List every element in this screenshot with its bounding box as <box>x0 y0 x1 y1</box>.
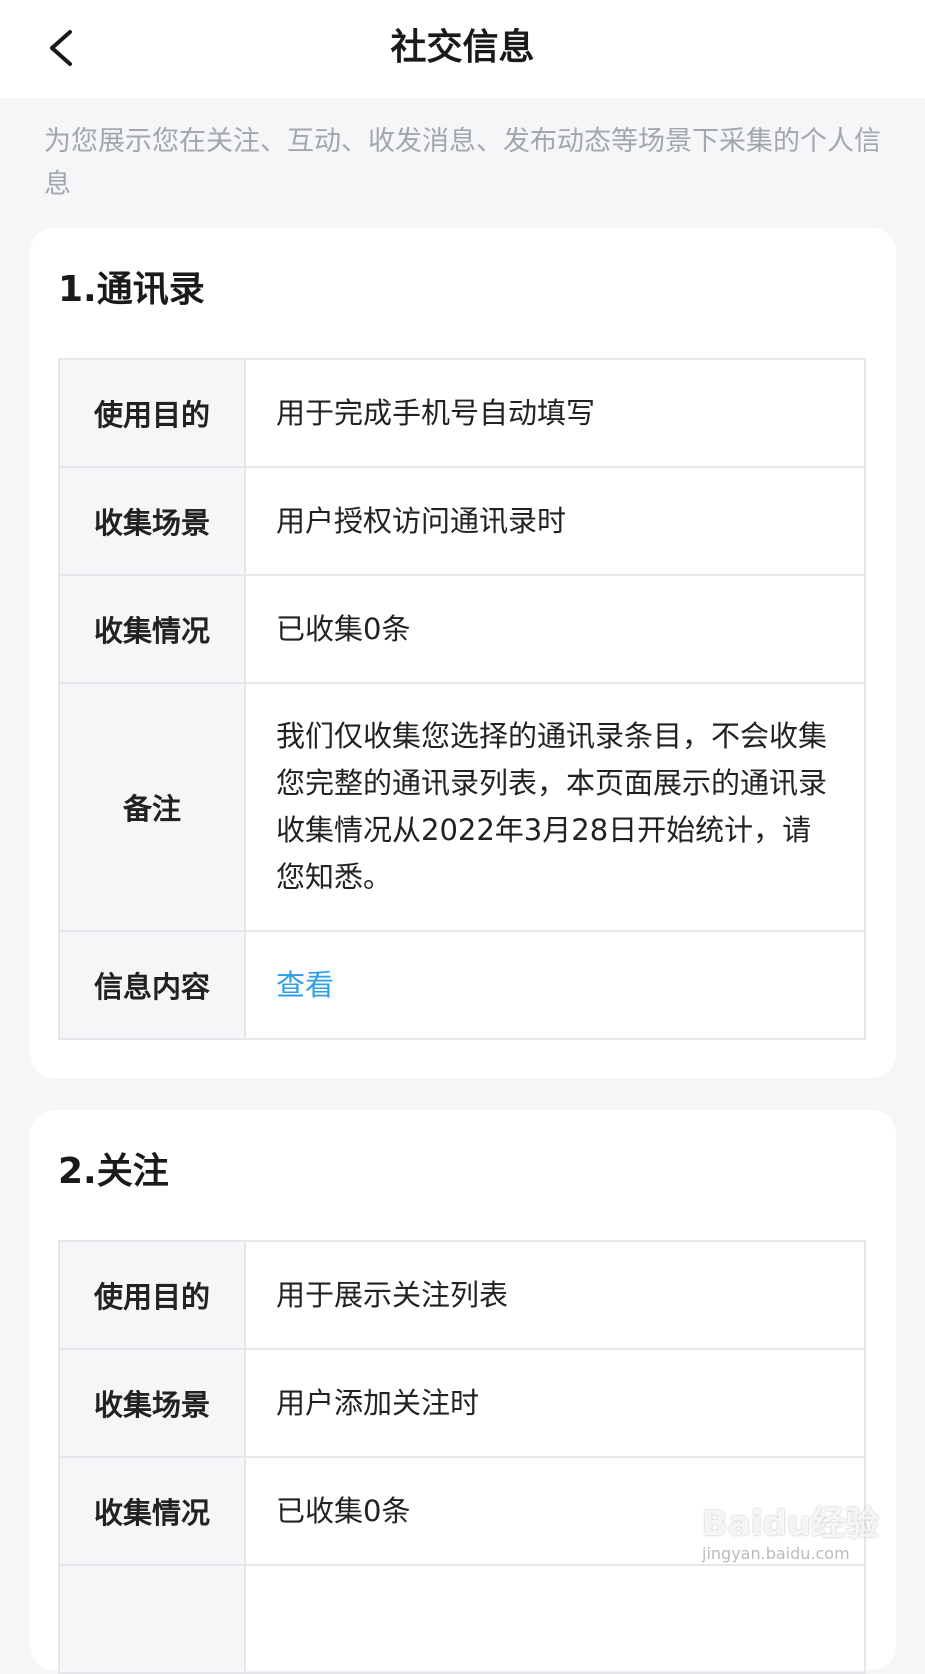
row-value: 用户授权访问通讯录时 <box>276 503 567 538</box>
table-row: 收集情况 已收集0条 <box>60 576 864 684</box>
info-table: 使用目的 用于完成手机号自动填写 收集场景 用户授权访问通讯录时 收集情况 已收… <box>58 358 866 1040</box>
row-key: 备注 <box>60 684 246 930</box>
table-row: 收集场景 用户授权访问通讯录时 <box>60 468 864 576</box>
page-title: 社交信息 <box>390 27 535 68</box>
info-table: 使用目的 用于展示关注列表 收集场景 用户添加关注时 收集情况 已收集0条 <box>58 1240 866 1674</box>
row-value: 已收集0条 <box>276 611 411 646</box>
table-row: 使用目的 用于展示关注列表 <box>60 1242 864 1350</box>
row-value-note: 我们仅收集您选择的通讯录条目，不会收集您完整的通讯录列表，本页面展示的通讯录收集… <box>276 719 828 894</box>
row-key: 使用目的 <box>60 360 246 466</box>
section-title: 2.关注 <box>58 1151 169 1192</box>
row-key <box>60 1566 246 1672</box>
table-row: 使用目的 用于完成手机号自动填写 <box>60 360 864 468</box>
watermark: Baidu经验 jingyan.baidu.com <box>700 1488 879 1588</box>
table-row: 收集场景 用户添加关注时 <box>60 1350 864 1458</box>
row-value: 查看 <box>246 932 864 1038</box>
section-card-contacts: 1.通讯录 使用目的 用于完成手机号自动填写 收集场景 用户授权访问通讯录时 收… <box>30 228 896 1078</box>
row-key: 收集场景 <box>60 468 246 574</box>
watermark-url: jingyan.baidu.com <box>702 1544 850 1563</box>
intro-text: 为您展示您在关注、互动、收发消息、发布动态等场景下采集的个人信息 <box>44 126 881 200</box>
row-value: 用于完成手机号自动填写 <box>276 395 596 430</box>
row-key: 收集场景 <box>60 1350 246 1456</box>
view-link[interactable]: 查看 <box>276 962 334 1009</box>
row-key: 信息内容 <box>60 932 246 1038</box>
top-nav-bar: 社交信息 <box>0 0 925 98</box>
table-row: 信息内容 查看 <box>60 932 864 1040</box>
row-key: 收集情况 <box>60 1458 246 1564</box>
row-key: 收集情况 <box>60 576 246 682</box>
row-key: 使用目的 <box>60 1242 246 1348</box>
row-value: 用于展示关注列表 <box>276 1277 509 1312</box>
section-title: 1.通讯录 <box>58 269 205 310</box>
watermark-brand: Baidu经验 <box>702 1504 880 1544</box>
row-value: 用户添加关注时 <box>276 1385 480 1420</box>
table-row: 备注 我们仅收集您选择的通讯录条目，不会收集您完整的通讯录列表，本页面展示的通讯… <box>60 684 864 932</box>
